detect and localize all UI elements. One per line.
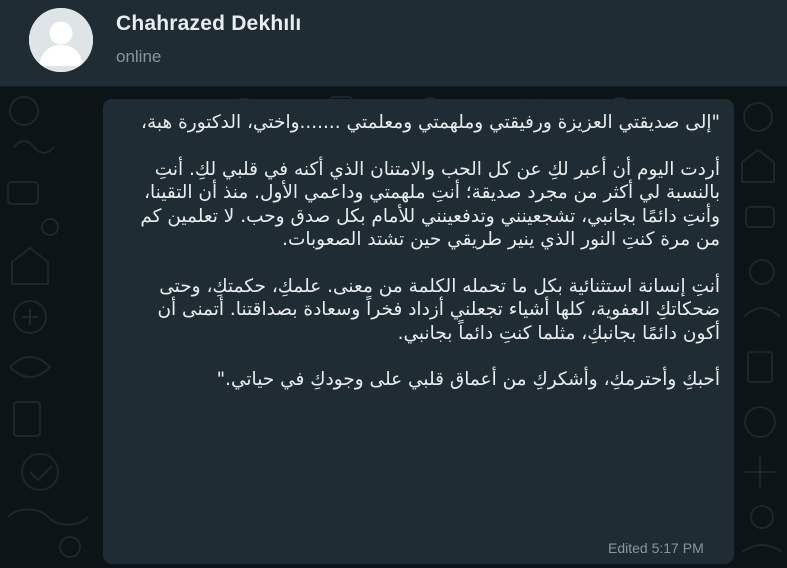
conversation-panel[interactable]: "إلى صديقتي العزيزة ورفيقتي وملهمتي ومعل… <box>0 87 787 568</box>
message-paragraph-3: أنتِ إنسانة استثنائية بكل ما تحمله الكلم… <box>157 275 720 344</box>
edited-label: Edited <box>608 540 648 556</box>
message-paragraph-1: "إلى صديقتي العزيزة ورفيقتي وملهمتي ومعل… <box>140 112 720 133</box>
default-user-avatar-icon <box>29 8 93 72</box>
message-bubble[interactable]: "إلى صديقتي العزيزة ورفيقتي وملهمتي ومعل… <box>103 99 734 564</box>
contact-name[interactable]: Chahrazed Dekhılı <box>116 12 301 36</box>
message-paragraph-4: أحبكِ وأحترمكِ، وأشكركِ من أعماق قلبي عل… <box>216 369 720 391</box>
message-paragraph-2: أردت اليوم أن أعبر لكِ عن كل الحب والامت… <box>140 158 720 251</box>
chat-window: Chahrazed Dekhılı online "إلى صديقتي الع… <box>0 0 787 568</box>
contact-status: online <box>116 47 162 66</box>
chat-header[interactable]: Chahrazed Dekhılı online <box>0 0 787 87</box>
message-meta: Edited 5:17 PM <box>608 540 704 556</box>
message-text: "إلى صديقتي العزيزة ورفيقتي وملهمتي ومعل… <box>117 111 720 392</box>
message-time: 5:17 PM <box>651 540 704 556</box>
avatar[interactable] <box>29 8 93 72</box>
